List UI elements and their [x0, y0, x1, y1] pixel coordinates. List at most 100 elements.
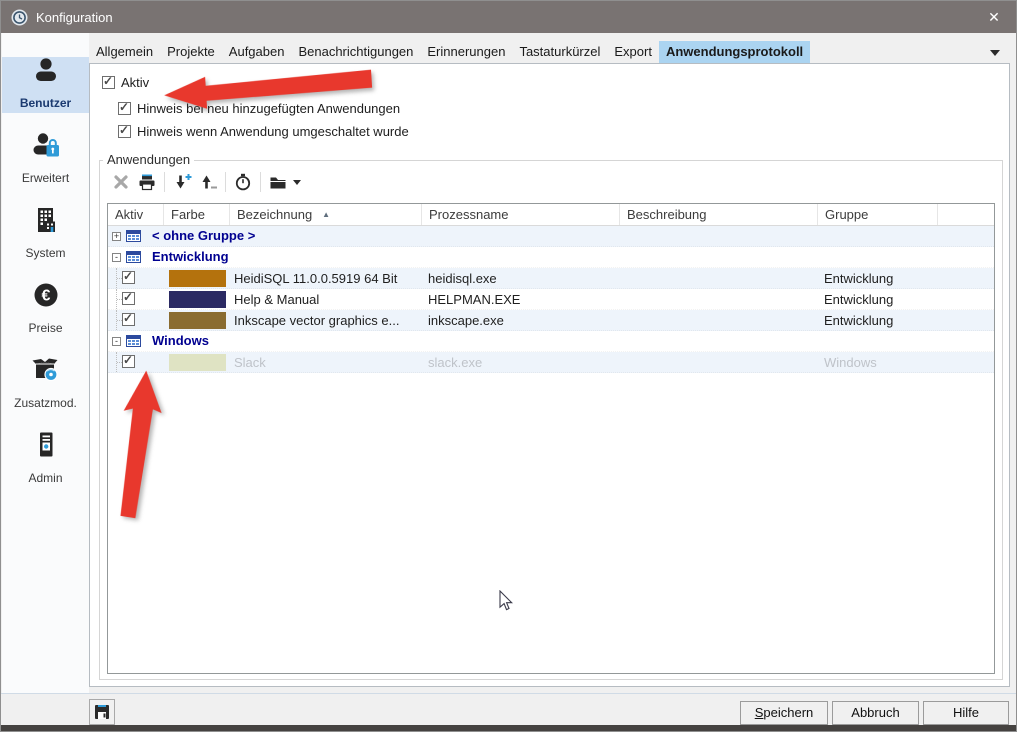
table-header: Aktiv Farbe Bezeichnung▲ Prozessname Beschre…: [108, 204, 994, 226]
tab-benachrichtigungen[interactable]: Benachrichtigungen: [291, 41, 420, 63]
sidebar-item-label: Benutzer: [20, 96, 71, 110]
building-icon: [31, 205, 61, 240]
cell-bezeichnung: Help & Manual: [234, 292, 319, 307]
aktiv-checkbox[interactable]: [102, 76, 115, 89]
column-header-label: Bezeichnung: [237, 207, 312, 222]
footer-bar: Speichern Abbruch Hilfe: [1, 693, 1017, 725]
titlebar: Konfiguration ✕: [1, 1, 1016, 33]
open-folder-icon[interactable]: [265, 170, 291, 194]
tab-erinnerungen[interactable]: Erinnerungen: [420, 41, 512, 63]
app-clock-icon: [11, 9, 28, 26]
sidebar-item-label: Erweitert: [22, 171, 69, 185]
sidebar-item-label: Admin: [28, 471, 62, 485]
hint-switch-checkbox-row: Hinweis wenn Anwendung umgeschaltet wurd…: [118, 124, 409, 139]
server-icon: [31, 430, 61, 465]
cell-prozessname: slack.exe: [428, 355, 482, 370]
cell-prozessname: heidisql.exe: [428, 271, 497, 286]
cell-gruppe: Entwicklung: [824, 313, 893, 328]
group-label: Windows: [152, 333, 209, 348]
sidebar-item-admin[interactable]: Admin: [2, 432, 89, 488]
application-row[interactable]: HeidiSQL 11.0.0.5919 64 Bitheidisql.exeE…: [108, 268, 994, 289]
hint-new-checkbox[interactable]: [118, 102, 131, 115]
delete-icon[interactable]: [108, 170, 134, 194]
group-row[interactable]: - Entwicklung: [108, 247, 994, 268]
sidebar-item-erweitert[interactable]: Erweitert: [2, 132, 89, 188]
hint-switch-label: Hinweis wenn Anwendung umgeschaltet wurd…: [137, 124, 409, 139]
application-row[interactable]: Slackslack.exeWindows: [108, 352, 994, 373]
tab-aufgaben[interactable]: Aufgaben: [222, 41, 292, 63]
addon-box-icon: [31, 355, 61, 390]
column-header-label: Prozessname: [429, 207, 508, 222]
column-header-bezeichnung[interactable]: Bezeichnung▲: [230, 204, 422, 225]
cell-bezeichnung: Inkscape vector graphics e...: [234, 313, 399, 328]
tab-bar: AllgemeinProjekteAufgabenBenachrichtigun…: [89, 41, 1010, 63]
applications-table: Aktiv Farbe Bezeichnung▲ Prozessname Beschre…: [107, 203, 995, 674]
column-header-filler[interactable]: [938, 204, 994, 225]
group-row[interactable]: - Windows: [108, 331, 994, 352]
user-lock-icon: [31, 130, 61, 165]
tab-overflow-dropdown-icon[interactable]: [990, 50, 1000, 56]
folder-dropdown-arrow-icon[interactable]: [293, 180, 301, 185]
groupbox-label: Anwendungen: [103, 152, 194, 167]
column-header-aktiv[interactable]: Aktiv: [108, 204, 164, 225]
aktiv-label: Aktiv: [121, 75, 149, 90]
column-header-label: Farbe: [171, 207, 205, 222]
tab-anwendungsprotokoll[interactable]: Anwendungsprotokoll: [659, 41, 810, 63]
cell-prozessname: HELPMAN.EXE: [428, 292, 520, 307]
sidebar-item-system[interactable]: System: [2, 207, 89, 263]
remove-up-arrow-icon[interactable]: [195, 170, 221, 194]
tab-allgemein[interactable]: Allgemein: [89, 41, 160, 63]
aktiv-checkbox-row: Aktiv: [102, 75, 149, 90]
column-header-farbe[interactable]: Farbe: [164, 204, 230, 225]
row-active-checkbox[interactable]: [122, 292, 135, 305]
mouse-cursor: [499, 590, 513, 611]
tab-projekte[interactable]: Projekte: [160, 41, 222, 63]
row-active-checkbox[interactable]: [122, 313, 135, 326]
toolbar-separator: [225, 172, 226, 192]
group-grid-icon: [126, 335, 141, 350]
svg-text:€: €: [41, 288, 50, 305]
cell-gruppe: Entwicklung: [824, 271, 893, 286]
toolbar-separator: [164, 172, 165, 192]
tab-tastaturk-rzel[interactable]: Tastaturkürzel: [512, 41, 607, 63]
group-row[interactable]: + < ohne Gruppe >: [108, 226, 994, 247]
color-swatch: [169, 270, 226, 287]
color-swatch: [169, 291, 226, 308]
abbruch-button[interactable]: Abbruch: [832, 701, 919, 725]
column-header-prozessname[interactable]: Prozessname: [422, 204, 620, 225]
sidebar-item-benutzer[interactable]: Benutzer: [2, 57, 89, 113]
add-down-arrow-icon[interactable]: [169, 170, 195, 194]
collapse-expander[interactable]: -: [112, 253, 121, 262]
group-label: < ohne Gruppe >: [152, 228, 255, 243]
save-tool-button[interactable]: [89, 699, 115, 725]
collapse-expander[interactable]: -: [112, 337, 121, 346]
group-label: Entwicklung: [152, 249, 229, 264]
sidebar-item-label: Preise: [28, 321, 62, 335]
cell-gruppe: Entwicklung: [824, 292, 893, 307]
cell-bezeichnung: Slack: [234, 355, 266, 370]
tab-content-panel: Aktiv Hinweis bei neu hinzugefügten Anwe…: [89, 63, 1010, 687]
expand-expander[interactable]: +: [112, 232, 121, 241]
hint-switch-checkbox[interactable]: [118, 125, 131, 138]
anwendungen-groupbox: Anwendungen: [99, 160, 1003, 680]
hilfe-button[interactable]: Hilfe: [923, 701, 1009, 725]
user-icon: [31, 55, 61, 90]
sidebar-item-preise[interactable]: € Preise: [2, 282, 89, 338]
konfiguration-window: Konfiguration ✕ Benutzer Erweitert: [0, 0, 1017, 732]
toolbar-separator: [260, 172, 261, 192]
column-header-gruppe[interactable]: Gruppe: [818, 204, 938, 225]
applications-table-body: +< ohne Gruppe >-EntwicklungHeidiSQL 11.…: [108, 226, 994, 373]
sidebar-item-zusatzmod[interactable]: Zusatzmod.: [2, 357, 89, 413]
applications-toolbar: [108, 169, 301, 195]
print-icon[interactable]: [134, 170, 160, 194]
column-header-beschreibung[interactable]: Beschreibung: [620, 204, 818, 225]
application-row[interactable]: Inkscape vector graphics e...inkscape.ex…: [108, 310, 994, 331]
row-active-checkbox[interactable]: [122, 271, 135, 284]
close-button[interactable]: ✕: [972, 1, 1016, 33]
column-header-label: Beschreibung: [627, 207, 707, 222]
application-row[interactable]: Help & Manual HELPMAN.EXE Entwicklung: [108, 289, 994, 310]
tab-export[interactable]: Export: [607, 41, 659, 63]
speichern-button[interactable]: Speichern: [740, 701, 828, 725]
timer-icon[interactable]: [230, 170, 256, 194]
group-grid-icon: [126, 251, 141, 266]
